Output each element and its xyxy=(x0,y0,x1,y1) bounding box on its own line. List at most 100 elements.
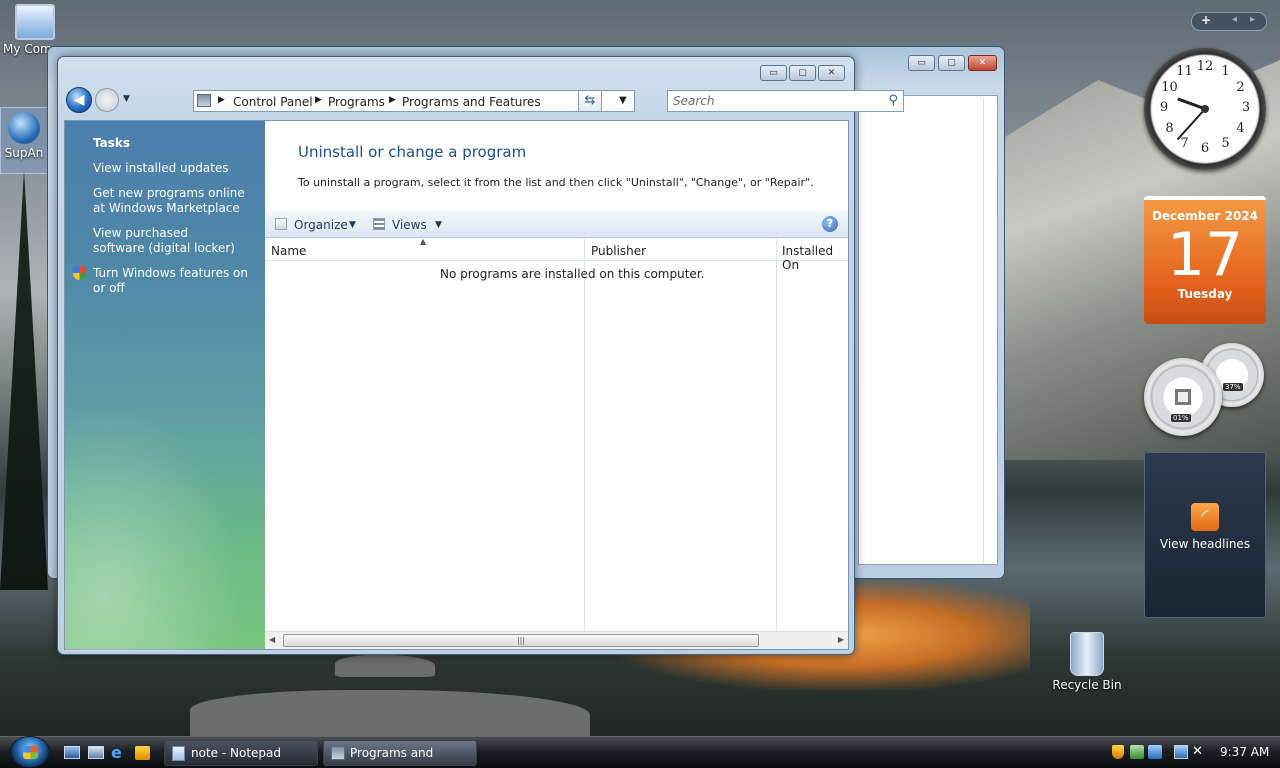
next-gadgets-button[interactable]: ▸ xyxy=(1250,14,1255,25)
clock-number: 10 xyxy=(1161,79,1178,95)
programs-and-features-window[interactable]: ▭ ▢ ✕ ◀ ▼ ▶ Control Panel ▶ Programs ▶ P… xyxy=(57,56,904,655)
organize-button[interactable]: Organize xyxy=(294,218,348,232)
breadcrumb-chevron-icon[interactable]: ▶ xyxy=(315,95,322,105)
volume-muted-icon[interactable]: ✕ xyxy=(1192,744,1203,759)
calendar-day: 17 xyxy=(1166,220,1244,290)
breadcrumb-control-panel[interactable]: Control Panel xyxy=(233,95,313,109)
clock-number: 3 xyxy=(1241,100,1251,115)
clock-number: 5 xyxy=(1221,135,1230,151)
desktop-icon-recycle-bin[interactable]: Recycle Bin xyxy=(1052,632,1122,692)
feed-headlines-gadget[interactable]: ◜ View headlines xyxy=(1144,452,1266,618)
wallpaper-rock xyxy=(335,655,435,677)
refresh-icon[interactable]: ⇆ xyxy=(578,90,602,112)
search-input[interactable]: Search ⚲ xyxy=(667,90,904,112)
clock-number: 2 xyxy=(1236,79,1245,95)
windows-logo-icon xyxy=(23,746,38,759)
column-divider xyxy=(584,239,585,631)
calendar-gadget[interactable]: December 2024 17 Tuesday xyxy=(1144,196,1266,324)
task-view-installed-updates[interactable]: View installed updates xyxy=(93,161,253,176)
views-button[interactable]: Views xyxy=(392,218,427,232)
address-dropdown-icon[interactable]: ▼ xyxy=(619,95,627,106)
switch-windows-icon[interactable] xyxy=(88,746,104,759)
horizontal-scrollbar[interactable]: ◀ ||| ▶ xyxy=(265,631,848,649)
task-get-new-programs[interactable]: Get new programs online at Windows Marke… xyxy=(93,186,258,216)
cpu-icon xyxy=(1175,389,1191,405)
column-name[interactable]: Name xyxy=(271,244,306,258)
cpu-value: 01% xyxy=(1171,414,1191,422)
desktop-icon-shortcut[interactable]: SupAn xyxy=(0,107,48,174)
maximize-button[interactable]: ▢ xyxy=(789,65,816,81)
show-desktop-icon[interactable] xyxy=(64,746,80,759)
calendar-weekday: Tuesday xyxy=(1177,287,1233,301)
previous-gadgets-button[interactable]: ◂ xyxy=(1232,14,1237,25)
column-publisher[interactable]: Publisher xyxy=(591,244,646,258)
page-title: Uninstall or change a program xyxy=(298,143,527,161)
tasks-pane: Tasks View installed updates Get new pro… xyxy=(65,121,265,651)
desktop-icon-label: Recycle Bin xyxy=(1052,678,1122,692)
taskbar: e note - Notepad Programs and Featu... ✕… xyxy=(0,736,1280,768)
minimize-button[interactable]: ▭ xyxy=(760,65,787,81)
recycle-bin-icon xyxy=(1070,632,1104,676)
search-placeholder: Search xyxy=(673,94,715,108)
breadcrumb-chevron-icon[interactable]: ▶ xyxy=(389,95,396,105)
update-icon[interactable] xyxy=(1130,745,1144,759)
scroll-thumb[interactable]: ||| xyxy=(283,634,759,647)
computer-icon xyxy=(15,4,55,40)
add-gadget-button[interactable]: + xyxy=(1201,13,1211,27)
window-body: Tasks View installed updates Get new pro… xyxy=(64,120,849,651)
clock-number: 4 xyxy=(1236,120,1245,136)
desktop-icon-label: SupAn xyxy=(4,146,44,160)
notification-area: ✕ 9:37 AM xyxy=(1110,737,1280,768)
network-icon[interactable] xyxy=(1148,745,1162,759)
maximize-button[interactable]: ▢ xyxy=(938,55,965,71)
security-shield-icon[interactable] xyxy=(1112,745,1124,759)
taskbar-button-label: Programs and Featu... xyxy=(350,746,434,760)
column-header-row: Name ▲ Publisher Installed On xyxy=(265,237,848,272)
wallpaper-tree xyxy=(0,170,48,590)
display-icon[interactable] xyxy=(1174,745,1188,759)
address-bar[interactable]: ▶ Control Panel ▶ Programs ▶ Programs an… xyxy=(193,90,635,112)
chevron-down-icon[interactable]: ▼ xyxy=(435,220,442,230)
column-installed-on[interactable]: Installed On xyxy=(782,244,848,272)
media-player-icon[interactable] xyxy=(135,746,150,760)
rss-feed-icon: ◜ xyxy=(1191,503,1219,531)
breadcrumb-programs-and-features[interactable]: Programs and Features xyxy=(402,95,541,109)
wallpaper-rock xyxy=(190,690,590,740)
tasks-heading: Tasks xyxy=(93,136,131,150)
recent-pages-dropdown-icon[interactable]: ▼ xyxy=(123,94,130,104)
control-panel-icon xyxy=(197,94,211,107)
close-button[interactable]: ✕ xyxy=(968,55,997,71)
shortcut-icon xyxy=(8,112,40,144)
shield-icon xyxy=(73,266,86,280)
task-turn-windows-features[interactable]: Turn Windows features on or off xyxy=(93,266,253,296)
minimize-button[interactable]: ▭ xyxy=(908,55,935,71)
cpu-meter-gadget[interactable]: 01% xyxy=(1144,358,1222,436)
task-view-purchased-software[interactable]: View purchased software (digital locker) xyxy=(93,226,243,256)
empty-list-message: No programs are installed on this comput… xyxy=(440,267,705,281)
breadcrumb-chevron-icon[interactable]: ▶ xyxy=(218,95,225,105)
taskbar-button-notepad[interactable]: note - Notepad xyxy=(164,740,318,766)
start-button[interactable] xyxy=(10,736,50,768)
taskbar-button-programs-and-features[interactable]: Programs and Featu... xyxy=(323,740,477,766)
back-arrow-icon[interactable]: ◀ xyxy=(66,87,92,113)
sort-arrow-icon: ▲ xyxy=(420,237,427,246)
notepad-icon xyxy=(172,746,185,761)
view-headlines-link[interactable]: View headlines xyxy=(1145,537,1265,551)
breadcrumb-programs[interactable]: Programs xyxy=(328,95,385,109)
forward-arrow-icon[interactable] xyxy=(95,88,119,112)
close-button[interactable]: ✕ xyxy=(818,65,845,81)
vertical-scrollbar[interactable] xyxy=(983,98,995,564)
taskbar-button-label: note - Notepad xyxy=(191,746,281,760)
internet-explorer-icon[interactable]: e xyxy=(111,743,122,762)
taskbar-clock[interactable]: 9:37 AM xyxy=(1220,745,1269,759)
clock-gadget[interactable]: 12 1 2 3 4 5 6 7 8 9 10 11 xyxy=(1144,48,1266,170)
chevron-down-icon[interactable]: ▼ xyxy=(349,220,356,230)
tasks-pane-swirl xyxy=(65,371,265,651)
search-icon[interactable]: ⚲ xyxy=(888,93,898,108)
control-panel-icon xyxy=(331,746,345,760)
clock-number: 12 xyxy=(1196,59,1214,74)
column-divider xyxy=(776,239,777,631)
scroll-left-icon[interactable]: ◀ xyxy=(269,635,275,644)
scroll-right-icon[interactable]: ▶ xyxy=(838,635,844,644)
help-icon[interactable]: ? xyxy=(822,216,838,232)
